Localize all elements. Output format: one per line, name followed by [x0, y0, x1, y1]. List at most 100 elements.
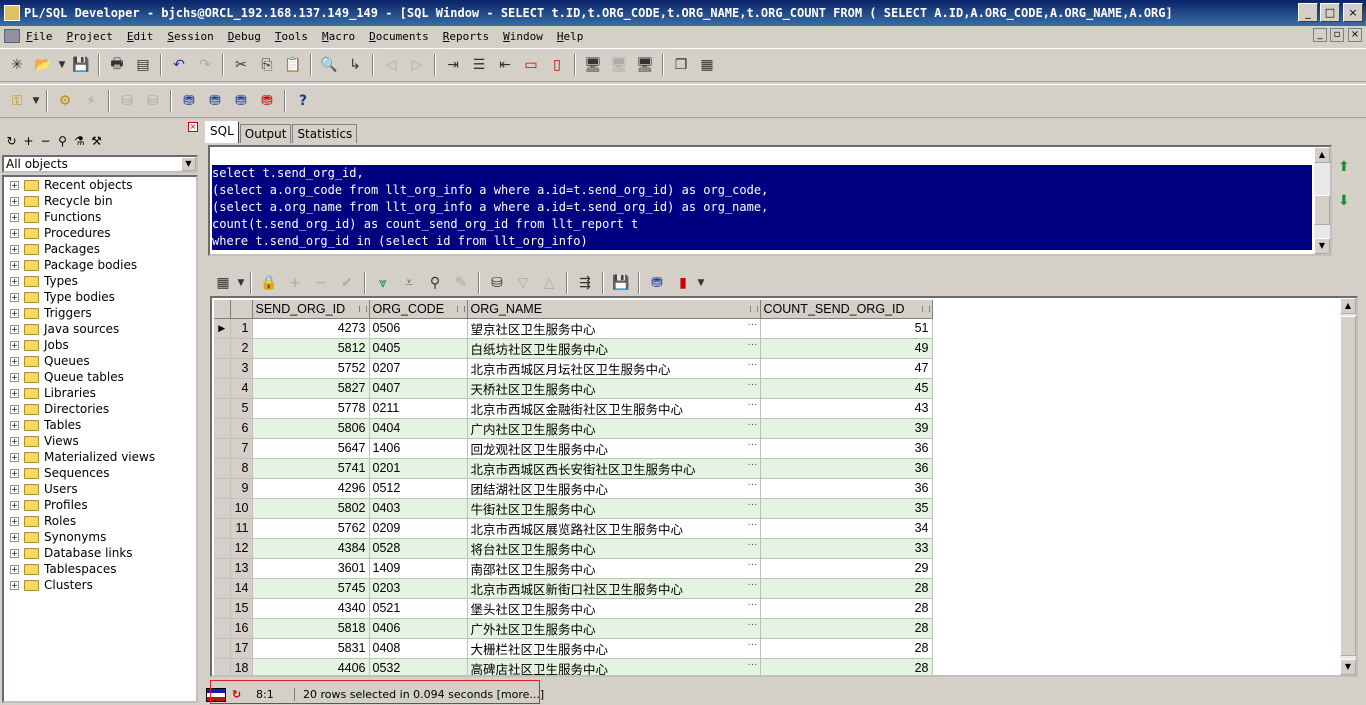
object-filter-select[interactable]: All objects ▼ — [2, 155, 198, 173]
print-preview-icon[interactable]: ▤ — [130, 53, 156, 77]
count-cell[interactable]: 29 — [760, 558, 933, 579]
close-button[interactable]: × — [1343, 3, 1363, 22]
tree-item[interactable]: + Recycle bin — [4, 193, 196, 209]
help-icon[interactable]: ? — [290, 89, 316, 113]
expand-icon[interactable]: + — [10, 180, 19, 190]
find-icon[interactable]: ⚲ — [55, 134, 70, 148]
column-header-org-name[interactable]: ORG_NAME — [467, 300, 761, 319]
expand-icon[interactable]: + — [10, 404, 19, 414]
send-org-id-cell[interactable]: 4273 — [252, 318, 370, 339]
save-icon[interactable]: 💾 — [68, 53, 94, 77]
table-row[interactable]: 12 4384 0528 将台社区卫生服务中心 ··· 33 — [214, 538, 933, 559]
child-restore-icon[interactable]: ▫ — [1330, 28, 1344, 42]
send-org-id-cell[interactable]: 5762 — [252, 518, 370, 539]
paste-icon[interactable]: 📋 — [280, 53, 306, 77]
org-name-cell[interactable]: 北京市西城区金融街社区卫生服务中心 ··· — [467, 398, 761, 419]
cut-icon[interactable]: ✂ — [228, 53, 254, 77]
ellipsis-icon[interactable]: ··· — [748, 459, 758, 470]
tree-item[interactable]: + Packages — [4, 241, 196, 257]
expand-icon[interactable]: + — [10, 340, 19, 350]
list-icon[interactable]: ☰ — [466, 53, 492, 77]
unindent-icon[interactable]: ⇤ — [492, 53, 518, 77]
menu-edit[interactable]: Edit — [127, 30, 154, 43]
undo-icon[interactable]: ↶ — [166, 53, 192, 77]
table-row[interactable]: 7 5647 1406 回龙观社区卫生服务中心 ··· 36 — [214, 438, 933, 459]
close-panel-icon[interactable]: × — [188, 122, 198, 132]
add-icon[interactable]: + — [21, 134, 36, 148]
table-row[interactable]: 4 5827 0407 天桥社区卫生服务中心 ··· 45 — [214, 378, 933, 399]
fetch-next-icon[interactable]: ⩔ — [370, 271, 396, 295]
menu-reports[interactable]: Reports — [443, 30, 489, 43]
org-name-cell[interactable]: 广外社区卫生服务中心 ··· — [467, 618, 761, 639]
org-name-cell[interactable]: 北京市西城区西长安街社区卫生服务中心 ··· — [467, 458, 761, 479]
org-code-cell[interactable]: 0405 — [369, 338, 468, 359]
delete-record-icon[interactable]: − — [308, 271, 334, 295]
monitor-icon[interactable]: 🖥 — [580, 53, 606, 77]
org-code-cell[interactable]: 1406 — [369, 438, 468, 459]
tab-statistics[interactable]: Statistics — [292, 124, 358, 143]
tree-item[interactable]: + Jobs — [4, 337, 196, 353]
count-cell[interactable]: 33 — [760, 538, 933, 559]
org-name-cell[interactable]: 望京社区卫生服务中心 ··· — [467, 318, 761, 339]
tree-item[interactable]: + Synonyms — [4, 529, 196, 545]
maximize-button[interactable]: □ — [1320, 3, 1340, 22]
count-cell[interactable]: 28 — [760, 638, 933, 659]
expand-icon[interactable]: + — [10, 516, 19, 526]
org-name-cell[interactable]: 白纸坊社区卫生服务中心 ··· — [467, 338, 761, 359]
expand-icon[interactable]: + — [10, 308, 19, 318]
db-query-icon[interactable]: ⛃ — [228, 89, 254, 113]
menu-tools[interactable]: Tools — [275, 30, 308, 43]
expand-icon[interactable]: + — [10, 228, 19, 238]
next-page-icon[interactable]: ▽ — [510, 271, 536, 295]
key-icon[interactable]: ⚿ — [4, 89, 30, 113]
ellipsis-icon[interactable]: ··· — [748, 579, 758, 590]
org-code-cell[interactable]: 0406 — [369, 618, 468, 639]
table-row[interactable]: 3 5752 0207 北京市西城区月坛社区卫生服务中心 ··· 47 — [214, 358, 933, 379]
count-cell[interactable]: 36 — [760, 438, 933, 459]
tree-item[interactable]: + Type bodies — [4, 289, 196, 305]
tab-output[interactable]: Output — [239, 124, 292, 143]
forward-icon[interactable]: ▷ — [404, 53, 430, 77]
tree-item[interactable]: + Queue tables — [4, 369, 196, 385]
send-org-id-cell[interactable]: 5806 — [252, 418, 370, 439]
remove-icon[interactable]: − — [38, 134, 53, 148]
column-header-send-org-id[interactable]: SEND_ORG_ID — [252, 300, 370, 319]
org-code-cell[interactable]: 1409 — [369, 558, 468, 579]
scroll-down-icon[interactable]: ▼ — [1340, 659, 1356, 675]
print-icon[interactable]: 🖶 — [104, 53, 130, 77]
new-icon[interactable]: ✳ — [4, 53, 30, 77]
org-name-cell[interactable]: 团结湖社区卫生服务中心 ··· — [467, 478, 761, 499]
table-row[interactable]: 17 5831 0408 大栅栏社区卫生服务中心 ··· 28 — [214, 638, 933, 659]
send-org-id-cell[interactable]: 5827 — [252, 378, 370, 399]
prev-page-icon[interactable]: △ — [536, 271, 562, 295]
send-org-id-cell[interactable]: 5647 — [252, 438, 370, 459]
org-code-cell[interactable]: 0521 — [369, 598, 468, 619]
table-row[interactable]: 13 3601 1409 南邵社区卫生服务中心 ··· 29 — [214, 558, 933, 579]
tree-item[interactable]: + Triggers — [4, 305, 196, 321]
org-name-cell[interactable]: 牛街社区卫生服务中心 ··· — [467, 498, 761, 519]
org-name-cell[interactable]: 堡头社区卫生服务中心 ··· — [467, 598, 761, 619]
table-row[interactable]: 14 5745 0203 北京市西城区新街口社区卫生服务中心 ··· 28 — [214, 578, 933, 599]
send-org-id-cell[interactable]: 5778 — [252, 398, 370, 419]
expand-icon[interactable]: + — [10, 468, 19, 478]
send-org-id-cell[interactable]: 3601 — [252, 558, 370, 579]
expand-icon[interactable]: + — [10, 276, 19, 286]
table-row[interactable]: 6 5806 0404 广内社区卫生服务中心 ··· 39 — [214, 418, 933, 439]
tree-item[interactable]: + Procedures — [4, 225, 196, 241]
org-code-cell[interactable]: 0203 — [369, 578, 468, 599]
org-name-cell[interactable]: 北京市西城区展览路社区卫生服务中心 ··· — [467, 518, 761, 539]
arrow-up-icon[interactable]: ⬆ — [1338, 150, 1350, 184]
send-org-id-cell[interactable]: 5802 — [252, 498, 370, 519]
send-org-id-cell[interactable]: 5741 — [252, 458, 370, 479]
link-icon[interactable]: ⇶ — [572, 271, 598, 295]
ellipsis-icon[interactable]: ··· — [748, 539, 758, 550]
menu-documents[interactable]: Documents — [369, 30, 429, 43]
grid-select-icon[interactable]: ▦ — [210, 271, 236, 295]
menu-debug[interactable]: Debug — [228, 30, 261, 43]
export-query-icon[interactable]: ⛃ — [644, 271, 670, 295]
org-code-cell[interactable]: 0211 — [369, 398, 468, 419]
menu-help[interactable]: Help — [557, 30, 584, 43]
org-code-cell[interactable]: 0532 — [369, 658, 468, 675]
tree-item[interactable]: + Profiles — [4, 497, 196, 513]
sql-window-icon[interactable] — [4, 29, 20, 43]
